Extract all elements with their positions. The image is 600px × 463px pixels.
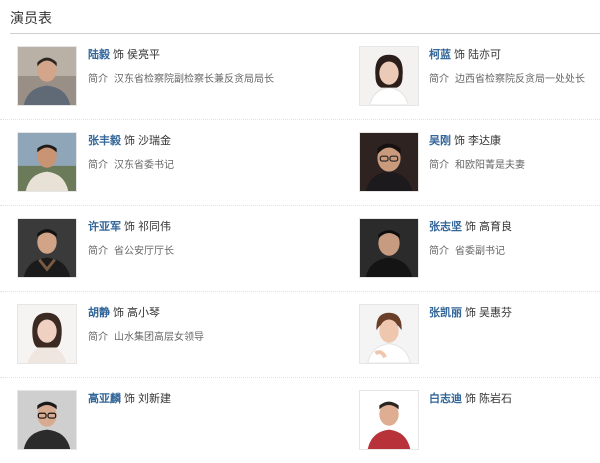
cast-card: 张志坚饰高育良 简介 省委副书记	[358, 206, 600, 291]
cast-name-line: 张凯丽饰吴惠芬	[429, 304, 512, 322]
role-name: 陈岩石	[479, 392, 512, 405]
intro-text: 边西省检察院反贪局一处处长	[455, 74, 585, 85]
cast-card: 许亚军饰祁同伟 简介 省公安厅厅长	[17, 206, 307, 291]
as-label: 饰	[124, 134, 135, 147]
actor-name-link[interactable]: 胡静	[88, 306, 110, 319]
cast-name-line: 白志迪饰陈岩石	[429, 390, 512, 408]
actor-name-link[interactable]: 白志迪	[429, 392, 462, 405]
cast-name-line: 高亚麟饰刘新建	[88, 390, 171, 408]
cast-name-line: 许亚军饰祁同伟	[88, 218, 171, 236]
intro-text: 省委副书记	[455, 246, 505, 257]
role-name: 侯亮平	[127, 48, 160, 61]
actor-name-link[interactable]: 吴刚	[429, 134, 451, 147]
cast-card: 高亚麟饰刘新建	[17, 378, 307, 463]
role-name: 高育良	[479, 220, 512, 233]
role-intro: 简介 汉东省检察院副检察长兼反贪局局长	[88, 70, 274, 85]
role-intro: 简介 山水集团高层女领导	[88, 328, 204, 343]
as-label: 饰	[124, 220, 135, 233]
cast-name-line: 胡静饰高小琴	[88, 304, 160, 322]
cast-name-line: 张志坚饰高育良	[429, 218, 512, 236]
actor-photo[interactable]	[359, 132, 419, 192]
cast-row: 许亚军饰祁同伟 简介 省公安厅厅长 张志坚饰高育良 简介 省委副书记	[0, 206, 600, 292]
intro-label: 简介	[88, 160, 108, 171]
cast-card: 白志迪饰陈岩石	[358, 378, 600, 463]
role-intro: 简介 汉东省委书记	[88, 156, 174, 171]
as-label: 饰	[113, 48, 124, 61]
as-label: 饰	[465, 220, 476, 233]
actor-name-link[interactable]: 柯蓝	[429, 48, 451, 61]
intro-text: 山水集团高层女领导	[114, 332, 204, 343]
cast-card: 陆毅饰侯亮平 简介 汉东省检察院副检察长兼反贪局局长	[17, 34, 307, 119]
intro-label: 简介	[429, 74, 449, 85]
intro-text: 省公安厅厅长	[114, 246, 174, 257]
as-label: 饰	[465, 306, 476, 319]
cast-grid: 陆毅饰侯亮平 简介 汉东省检察院副检察长兼反贪局局长 柯蓝饰陆亦可 简介 边西省…	[0, 34, 600, 463]
role-name: 祁同伟	[138, 220, 171, 233]
role-intro: 简介 和欧阳菁是夫妻	[429, 156, 525, 171]
role-name: 沙瑞金	[138, 134, 171, 147]
cast-row: 胡静饰高小琴 简介 山水集团高层女领导 张凯丽饰吴惠芬	[0, 292, 600, 378]
role-name: 吴惠芬	[479, 306, 512, 319]
cast-row: 高亚麟饰刘新建 白志迪饰陈岩石	[0, 378, 600, 463]
cast-card: 吴刚饰李达康 简介 和欧阳菁是夫妻	[358, 120, 600, 205]
actor-photo[interactable]	[17, 304, 77, 364]
actor-name-link[interactable]: 张丰毅	[88, 134, 121, 147]
role-intro: 简介 边西省检察院反贪局一处处长	[429, 70, 585, 85]
actor-photo[interactable]	[17, 132, 77, 192]
actor-photo[interactable]	[17, 390, 77, 450]
actor-photo[interactable]	[359, 46, 419, 106]
actor-name-link[interactable]: 许亚军	[88, 220, 121, 233]
actor-name-link[interactable]: 高亚麟	[88, 392, 121, 405]
section-title: 演员表	[10, 11, 52, 27]
actor-name-link[interactable]: 张凯丽	[429, 306, 462, 319]
cast-name-line: 吴刚饰李达康	[429, 132, 501, 150]
as-label: 饰	[113, 306, 124, 319]
cast-name-line: 柯蓝饰陆亦可	[429, 46, 501, 64]
as-label: 饰	[454, 48, 465, 61]
actor-photo[interactable]	[17, 218, 77, 278]
cast-row: 张丰毅饰沙瑞金 简介 汉东省委书记 吴刚 饰 李达康 简介 和欧阳菁是夫妻	[0, 120, 600, 206]
role-name: 刘新建	[138, 392, 171, 405]
role-intro: 简介 省公安厅厅长	[88, 242, 174, 257]
cast-card: 张凯丽饰吴惠芬	[358, 292, 600, 377]
as-label: 饰	[454, 134, 465, 147]
cast-row: 陆毅饰侯亮平 简介 汉东省检察院副检察长兼反贪局局长 柯蓝饰陆亦可 简介 边西省…	[0, 34, 600, 120]
cast-card: 张丰毅饰沙瑞金 简介 汉东省委书记	[17, 120, 307, 205]
cast-card: 柯蓝饰陆亦可 简介 边西省检察院反贪局一处处长	[358, 34, 600, 119]
intro-label: 简介	[88, 332, 108, 343]
intro-label: 简介	[429, 246, 449, 257]
cast-list-panel: 演员表 陆毅饰侯亮平 简介 汉东省检察院副检察长兼反贪局局长 柯蓝 饰 陆亦可 …	[0, 0, 600, 457]
actor-photo[interactable]	[359, 390, 419, 450]
role-intro: 简介 省委副书记	[429, 242, 505, 257]
intro-text: 汉东省检察院副检察长兼反贪局局长	[114, 74, 274, 85]
actor-photo[interactable]	[17, 46, 77, 106]
actor-name-link[interactable]: 张志坚	[429, 220, 462, 233]
as-label: 饰	[124, 392, 135, 405]
intro-label: 简介	[88, 246, 108, 257]
cast-name-line: 张丰毅饰沙瑞金	[88, 132, 171, 150]
intro-text: 汉东省委书记	[114, 160, 174, 171]
cast-card: 胡静饰高小琴 简介 山水集团高层女领导	[17, 292, 307, 377]
intro-label: 简介	[429, 160, 449, 171]
role-name: 高小琴	[127, 306, 160, 319]
actor-photo[interactable]	[359, 218, 419, 278]
actor-photo[interactable]	[359, 304, 419, 364]
cast-name-line: 陆毅饰侯亮平	[88, 46, 160, 64]
intro-label: 简介	[88, 74, 108, 85]
role-name: 陆亦可	[468, 48, 501, 61]
role-name: 李达康	[468, 134, 501, 147]
as-label: 饰	[465, 392, 476, 405]
actor-name-link[interactable]: 陆毅	[88, 48, 110, 61]
intro-text: 和欧阳菁是夫妻	[455, 160, 525, 171]
